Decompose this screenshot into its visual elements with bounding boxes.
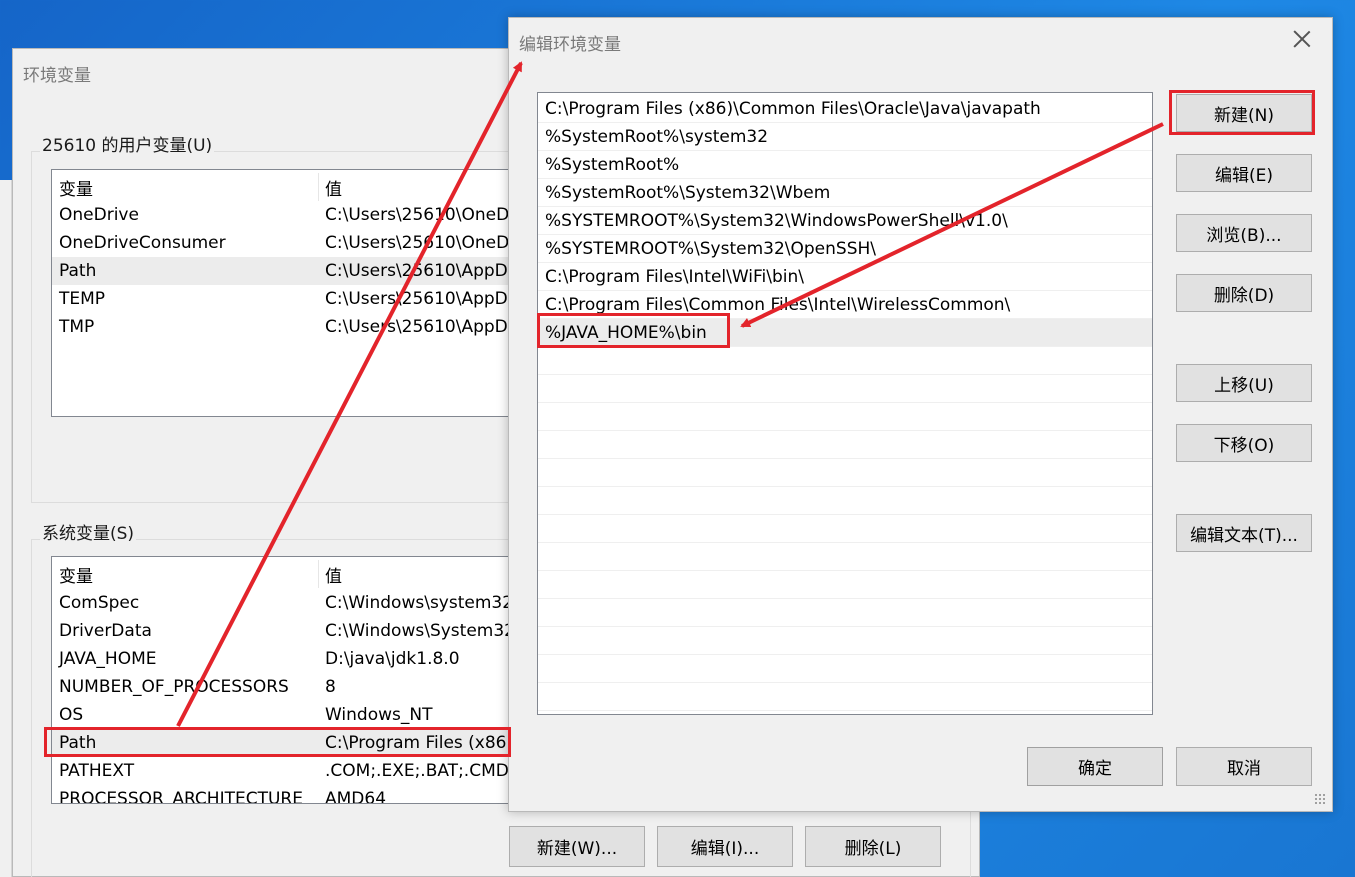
list-item[interactable]: C:\Program Files (x86)\Common Files\Orac… xyxy=(538,95,1152,123)
empty-row[interactable] xyxy=(538,683,1152,711)
system-new-button[interactable]: 新建(W)... xyxy=(509,826,645,867)
var-value: C:\Users\25610\AppD xyxy=(325,261,508,281)
header-variable[interactable]: 变量 xyxy=(59,175,93,200)
var-name: TMP xyxy=(59,317,95,337)
list-item[interactable]: %SystemRoot% xyxy=(538,151,1152,179)
table-row[interactable]: JAVA_HOME D:\java\jdk1.8.0 xyxy=(52,645,510,673)
empty-row[interactable] xyxy=(538,627,1152,655)
table-row[interactable]: NUMBER_OF_PROCESSORS 8 xyxy=(52,673,510,701)
column-divider[interactable] xyxy=(318,173,319,201)
empty-row[interactable] xyxy=(538,543,1152,571)
var-name: ComSpec xyxy=(59,593,140,613)
new-button[interactable]: 新建(N) xyxy=(1176,94,1312,132)
path-list[interactable]: C:\Program Files (x86)\Common Files\Orac… xyxy=(537,92,1153,715)
table-row[interactable]: PATHEXT .COM;.EXE;.BAT;.CMD xyxy=(52,757,510,785)
empty-row[interactable] xyxy=(538,515,1152,543)
table-row-selected[interactable]: Path C:\Users\25610\AppD xyxy=(52,257,510,285)
var-value: D:\java\jdk1.8.0 xyxy=(325,649,460,669)
ok-button[interactable]: 确定 xyxy=(1027,747,1163,786)
list-item-selected[interactable]: %JAVA_HOME%\bin xyxy=(538,319,1152,347)
table-row[interactable]: DriverData C:\Windows\System32 xyxy=(52,617,510,645)
system-delete-button[interactable]: 删除(L) xyxy=(805,826,941,867)
empty-row[interactable] xyxy=(538,599,1152,627)
edit-text-button[interactable]: 编辑文本(T)... xyxy=(1176,514,1312,552)
list-item[interactable]: %SystemRoot%\System32\Wbem xyxy=(538,179,1152,207)
close-icon[interactable] xyxy=(1291,28,1313,50)
resize-grip-icon[interactable] xyxy=(1314,793,1326,805)
table-row[interactable]: PROCESSOR_ARCHITECTURE AMD64 xyxy=(52,785,510,804)
var-value: C:\Users\25610\AppD xyxy=(325,289,508,309)
var-name: OS xyxy=(59,705,84,725)
var-name: TEMP xyxy=(59,289,106,309)
edit-dialog-title: 编辑环境变量 xyxy=(519,35,621,55)
empty-row[interactable] xyxy=(538,431,1152,459)
var-value: C:\Windows\System32 xyxy=(325,621,511,641)
edit-button[interactable]: 编辑(E) xyxy=(1176,154,1312,192)
table-row[interactable]: TEMP C:\Users\25610\AppD xyxy=(52,285,510,313)
empty-row[interactable] xyxy=(538,655,1152,683)
edit-env-variable-dialog: 编辑环境变量 C:\Program Files (x86)\Common Fil… xyxy=(508,17,1333,812)
system-edit-button[interactable]: 编辑(I)... xyxy=(657,826,793,867)
table-row[interactable]: TMP C:\Users\25610\AppD xyxy=(52,313,510,341)
background-window-edge xyxy=(0,180,12,877)
var-name: Path xyxy=(59,733,97,753)
var-name: DriverData xyxy=(59,621,152,641)
var-value: 8 xyxy=(325,677,336,697)
var-value: C:\Users\25610\OneD xyxy=(325,233,510,253)
delete-button[interactable]: 删除(D) xyxy=(1176,274,1312,312)
table-row[interactable]: OneDriveConsumer C:\Users\25610\OneD xyxy=(52,229,510,257)
user-vars-label: 25610 的用户变量(U) xyxy=(40,131,215,156)
system-vars-header[interactable]: 变量 值 xyxy=(52,560,510,588)
table-row-selected[interactable]: Path C:\Program Files (x86 xyxy=(52,729,510,757)
empty-row[interactable] xyxy=(538,487,1152,515)
env-dialog-title: 环境变量 xyxy=(23,66,91,86)
var-name: Path xyxy=(59,261,97,281)
move-up-button[interactable]: 上移(U) xyxy=(1176,364,1312,402)
table-row[interactable]: ComSpec C:\Windows\system32 xyxy=(52,589,510,617)
var-value: C:\Users\25610\OneD xyxy=(325,205,510,225)
var-name: OneDrive xyxy=(59,205,139,225)
table-row[interactable]: OS Windows_NT xyxy=(52,701,510,729)
empty-row[interactable] xyxy=(538,403,1152,431)
var-name: OneDriveConsumer xyxy=(59,233,226,253)
list-item[interactable]: C:\Program Files\Intel\WiFi\bin\ xyxy=(538,263,1152,291)
list-item[interactable]: %SystemRoot%\system32 xyxy=(538,123,1152,151)
empty-row[interactable] xyxy=(538,347,1152,375)
table-row[interactable]: OneDrive C:\Users\25610\OneD xyxy=(52,201,510,229)
var-value: C:\Users\25610\AppD xyxy=(325,317,508,337)
var-value: AMD64 xyxy=(325,789,387,804)
column-divider[interactable] xyxy=(318,560,319,588)
user-vars-list[interactable]: 变量 值 OneDrive C:\Users\25610\OneD OneDri… xyxy=(51,169,511,417)
system-vars-list[interactable]: 变量 值 ComSpec C:\Windows\system32 DriverD… xyxy=(51,556,511,804)
move-down-button[interactable]: 下移(O) xyxy=(1176,424,1312,462)
var-value: .COM;.EXE;.BAT;.CMD xyxy=(325,761,509,781)
list-item[interactable]: %SYSTEMROOT%\System32\WindowsPowerShell\… xyxy=(538,207,1152,235)
list-item[interactable]: C:\Program Files\Common Files\Intel\Wire… xyxy=(538,291,1152,319)
list-item[interactable]: %SYSTEMROOT%\System32\OpenSSH\ xyxy=(538,235,1152,263)
var-value: C:\Windows\system32 xyxy=(325,593,511,613)
user-vars-header[interactable]: 变量 值 xyxy=(52,173,510,201)
var-name: PROCESSOR_ARCHITECTURE xyxy=(59,789,303,804)
var-name: PATHEXT xyxy=(59,761,135,781)
var-name: NUMBER_OF_PROCESSORS xyxy=(59,677,289,697)
cancel-button[interactable]: 取消 xyxy=(1176,747,1312,786)
var-value: C:\Program Files (x86 xyxy=(325,733,507,753)
empty-row[interactable] xyxy=(538,375,1152,403)
browse-button[interactable]: 浏览(B)... xyxy=(1176,214,1312,252)
empty-row[interactable] xyxy=(538,459,1152,487)
var-name: JAVA_HOME xyxy=(59,649,157,669)
header-value[interactable]: 值 xyxy=(325,562,342,587)
header-variable[interactable]: 变量 xyxy=(59,562,93,587)
empty-row[interactable] xyxy=(538,571,1152,599)
header-value[interactable]: 值 xyxy=(325,175,342,200)
var-value: Windows_NT xyxy=(325,705,433,725)
system-vars-label: 系统变量(S) xyxy=(40,519,137,544)
